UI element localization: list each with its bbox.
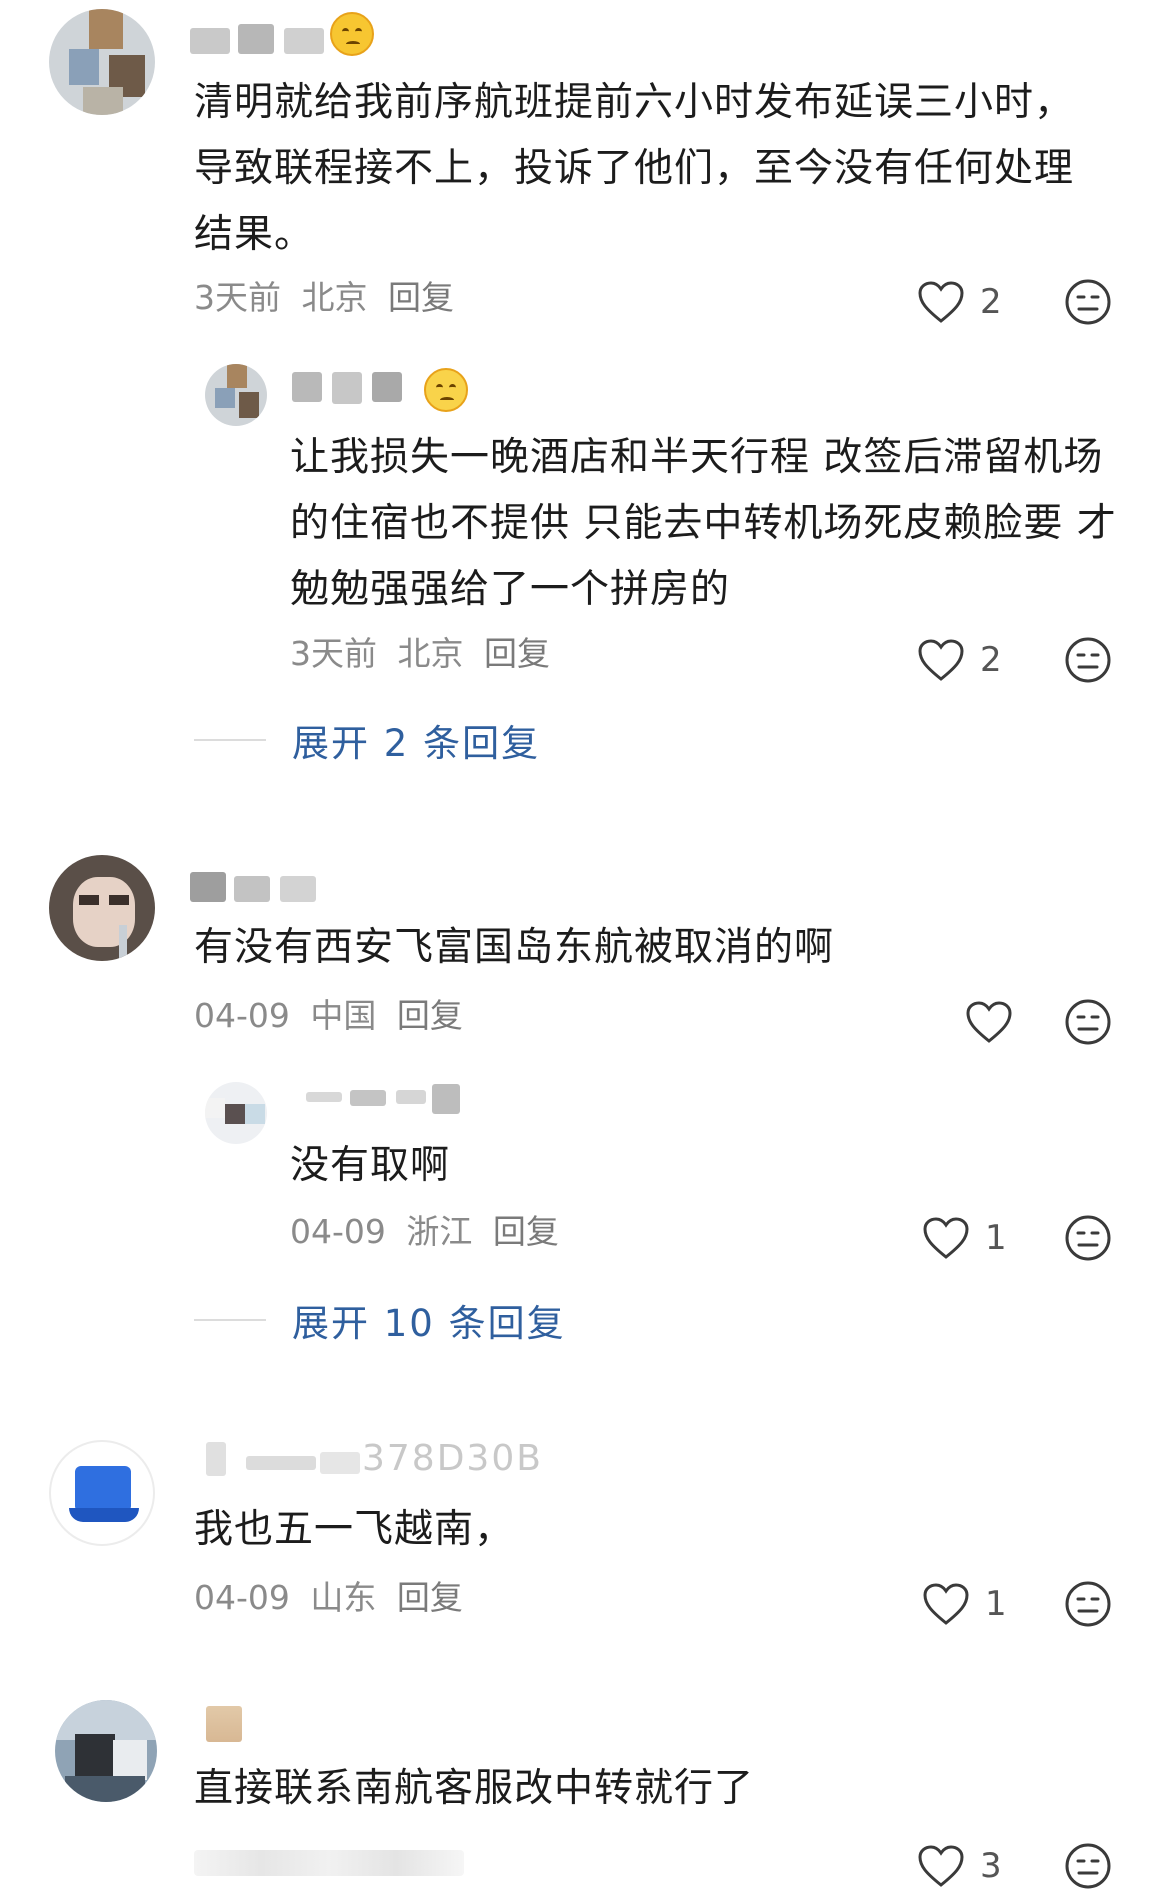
like-button[interactable]: 3 bbox=[916, 1840, 1002, 1892]
reply-button[interactable]: 回复 bbox=[388, 278, 454, 317]
like-button[interactable]: 1 bbox=[921, 1578, 1007, 1630]
reply-location: 浙江 bbox=[406, 1212, 473, 1251]
username-blurred[interactable] bbox=[190, 866, 330, 906]
comment-meta: 04-09 中国 回复 bbox=[194, 994, 473, 1038]
like-button[interactable]: 2 bbox=[916, 634, 1002, 686]
reply-button[interactable]: 回复 bbox=[484, 634, 550, 673]
expand-replies-label: 展开 10 条回复 bbox=[292, 1302, 566, 1345]
comment-text: 有没有西安飞富国岛东航被取消的啊 bbox=[194, 925, 835, 970]
expand-replies-button[interactable]: 展开 2 条回复 bbox=[194, 715, 540, 765]
expand-replies-label: 展开 2 条回复 bbox=[292, 722, 541, 765]
reply-time: 3天前 bbox=[290, 634, 377, 673]
like-button[interactable]: 1 bbox=[921, 1212, 1007, 1264]
username-blurred[interactable] bbox=[206, 1706, 246, 1746]
meh-face-icon[interactable] bbox=[1063, 1579, 1113, 1629]
reply-text: 没有取啊 bbox=[290, 1143, 451, 1188]
avatar[interactable] bbox=[49, 1440, 155, 1546]
username[interactable]: 378D30B bbox=[206, 1438, 546, 1479]
comment-location: 山东 bbox=[310, 1578, 377, 1617]
reply-meta: 3天前 北京 回复 bbox=[290, 632, 560, 676]
comment-text: 直接联系南航客服改中转就行了 bbox=[194, 1766, 755, 1811]
avatar[interactable] bbox=[49, 855, 155, 961]
emoji-badge-icon bbox=[424, 368, 468, 412]
heart-outline-icon bbox=[923, 1583, 969, 1625]
reply-username-blurred[interactable] bbox=[292, 372, 412, 412]
comment-time: 04-09 bbox=[194, 1578, 290, 1617]
username-visible-part: 378D30B bbox=[362, 1438, 543, 1479]
comment-meta: 04-09 山东 回复 bbox=[194, 1576, 473, 1620]
heart-outline-icon bbox=[918, 281, 964, 323]
comment-time: 04-09 bbox=[194, 996, 290, 1035]
heart-outline-icon bbox=[918, 1845, 964, 1887]
meh-face-icon[interactable] bbox=[1063, 1841, 1113, 1891]
like-count: 3 bbox=[980, 1846, 1002, 1886]
reply-button[interactable]: 回复 bbox=[397, 1578, 463, 1617]
avatar[interactable] bbox=[55, 1700, 157, 1802]
meh-face-icon[interactable] bbox=[1063, 997, 1113, 1047]
heart-outline-icon bbox=[918, 639, 964, 681]
meh-face-icon[interactable] bbox=[1063, 277, 1113, 327]
emoji-badge-icon bbox=[330, 12, 374, 56]
divider bbox=[194, 739, 266, 741]
comment-meta: 3天前 北京 回复 bbox=[194, 276, 464, 320]
comment-thread: 清明就给我前序航班提前六小时发布延误三小时，导致联程接不上，投诉了他们，至今没有… bbox=[0, 0, 1170, 673]
like-count: 2 bbox=[980, 640, 1002, 680]
reply-time: 04-09 bbox=[290, 1212, 386, 1251]
like-button[interactable]: 2 bbox=[916, 276, 1002, 328]
reply-button[interactable]: 回复 bbox=[397, 996, 463, 1035]
comment-time: 3天前 bbox=[194, 278, 281, 317]
comment-text: 清明就给我前序航班提前六小时发布延误三小时，导致联程接不上，投诉了他们，至今没有… bbox=[194, 80, 1075, 257]
reply-location: 北京 bbox=[397, 634, 464, 673]
like-count: 1 bbox=[985, 1584, 1007, 1624]
like-button[interactable] bbox=[964, 996, 1048, 1048]
heart-outline-icon bbox=[966, 1001, 1012, 1043]
reply-button[interactable]: 回复 bbox=[493, 1212, 559, 1251]
username-blurred[interactable] bbox=[190, 14, 330, 54]
heart-outline-icon bbox=[923, 1217, 969, 1259]
meh-face-icon[interactable] bbox=[1063, 1213, 1113, 1263]
comment-location: 北京 bbox=[301, 278, 368, 317]
reply-avatar[interactable] bbox=[205, 364, 267, 426]
reply-username-blurred[interactable] bbox=[306, 1080, 466, 1120]
comment-meta-blurred bbox=[194, 1838, 474, 1882]
divider bbox=[194, 1319, 266, 1321]
expand-replies-button[interactable]: 展开 10 条回复 bbox=[194, 1295, 566, 1345]
like-count: 2 bbox=[980, 282, 1002, 322]
comment-location: 中国 bbox=[310, 996, 377, 1035]
reply-avatar[interactable] bbox=[205, 1082, 267, 1144]
reply-meta: 04-09 浙江 回复 bbox=[290, 1210, 569, 1254]
reply-text: 让我损失一晚酒店和半天行程 改签后滞留机场的住宿也不提供 只能去中转机场死皮赖脸… bbox=[290, 435, 1117, 612]
comment-text: 我也五一飞越南， bbox=[194, 1507, 515, 1552]
avatar[interactable] bbox=[49, 9, 155, 115]
meh-face-icon[interactable] bbox=[1063, 635, 1113, 685]
like-count: 1 bbox=[985, 1218, 1007, 1258]
